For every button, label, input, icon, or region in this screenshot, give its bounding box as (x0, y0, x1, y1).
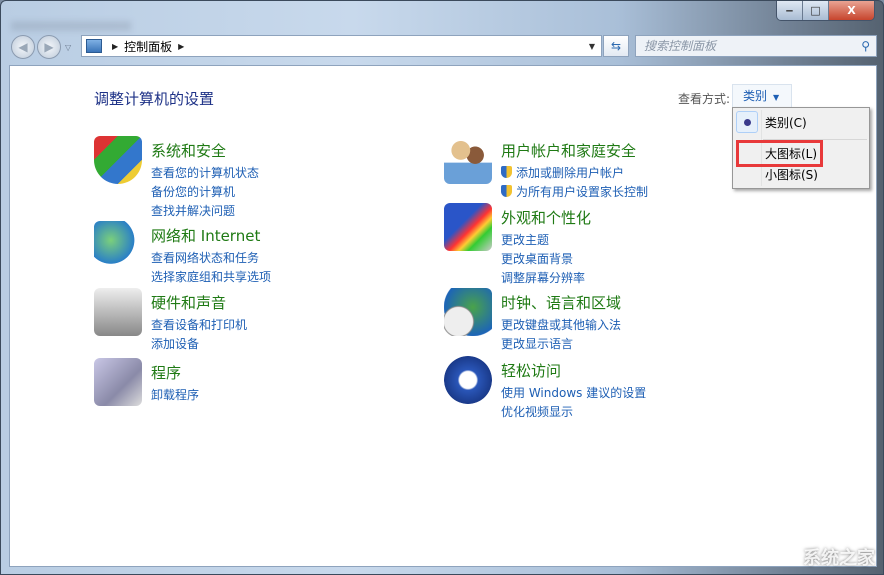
category-link[interactable]: 优化视频显示 (501, 403, 646, 422)
category-link[interactable]: 添加或删除用户帐户 (501, 164, 648, 183)
category-ease-of-access: 轻松访问 使用 Windows 建议的设置 优化视频显示 (444, 356, 646, 422)
menu-bar-blurred (11, 21, 131, 31)
radio-selected-icon (736, 111, 758, 133)
view-by-label: 查看方式: (678, 92, 731, 106)
category-link[interactable]: 查看网络状态和任务 (151, 249, 271, 268)
category-link[interactable]: 更改桌面背景 (501, 250, 591, 269)
category-link[interactable]: 调整屏幕分辨率 (501, 269, 591, 288)
category-programs: 程序 卸载程序 (94, 358, 199, 406)
chevron-down-icon: ▼ (773, 93, 780, 102)
category-title[interactable]: 硬件和声音 (151, 292, 247, 313)
address-dropdown-icon[interactable]: ▼ (589, 42, 595, 51)
users-icon (444, 136, 492, 184)
watermark-logo: 系统之家 (803, 548, 875, 569)
category-title[interactable]: 网络和 Internet (151, 225, 271, 246)
printer-icon (94, 288, 142, 336)
shield-icon (94, 136, 142, 184)
recent-pages-button[interactable]: ▽ (65, 43, 71, 52)
breadcrumb-arrow-icon[interactable]: ▶ (178, 42, 184, 51)
highlight-box (736, 140, 823, 167)
menu-item-small-icons[interactable]: 小图标(S) (765, 165, 818, 185)
close-button[interactable]: X (829, 1, 874, 20)
category-link[interactable]: 备份您的计算机 (151, 183, 259, 202)
category-link[interactable]: 更改键盘或其他输入法 (501, 316, 621, 335)
view-by-dropdown[interactable]: 类别 ▼ (732, 84, 792, 108)
programs-box-icon (94, 358, 142, 406)
category-title[interactable]: 时钟、语言和区域 (501, 292, 621, 313)
category-link[interactable]: 更改主题 (501, 231, 591, 250)
refresh-button[interactable]: ⇆ (603, 35, 629, 57)
search-placeholder: 搜索控制面板 (644, 39, 717, 53)
category-appearance: 外观和个性化 更改主题 更改桌面背景 调整屏幕分辨率 (444, 203, 591, 288)
window-controls: ‒ □ X (776, 1, 875, 21)
network-globe-icon (94, 221, 142, 269)
category-title[interactable]: 系统和安全 (151, 140, 259, 161)
category-link[interactable]: 使用 Windows 建议的设置 (501, 384, 646, 403)
breadcrumb-control-panel[interactable]: 控制面板 (124, 38, 172, 55)
search-icon[interactable]: ⚲ (861, 36, 870, 56)
category-link[interactable]: 卸载程序 (151, 386, 199, 405)
category-system-security: 系统和安全 查看您的计算机状态 备份您的计算机 查找并解决问题 (94, 136, 259, 221)
category-hardware-sound: 硬件和声音 查看设备和打印机 添加设备 (94, 288, 247, 354)
category-link[interactable]: 选择家庭组和共享选项 (151, 268, 271, 287)
minimize-button[interactable]: ‒ (777, 1, 803, 20)
category-link[interactable]: 添加设备 (151, 335, 247, 354)
category-title[interactable]: 用户帐户和家庭安全 (501, 140, 648, 161)
maximize-button[interactable]: □ (803, 1, 829, 20)
page-title: 调整计算机的设置 (94, 90, 215, 108)
category-link[interactable]: 更改显示语言 (501, 335, 621, 354)
category-title[interactable]: 程序 (151, 362, 199, 383)
window-frame: ‒ □ X ◀ ▶ ▽ ▶ 控制面板 ▶ ▼ ⇆ 搜索控制面板 ⚲ 调整计算机的… (0, 0, 884, 575)
control-panel-icon (86, 39, 102, 53)
address-bar[interactable]: ▶ 控制面板 ▶ ▼ (81, 35, 602, 57)
category-link[interactable]: 为所有用户设置家长控制 (501, 183, 648, 202)
category-network: 网络和 Internet 查看网络状态和任务 选择家庭组和共享选项 (94, 221, 271, 287)
appearance-monitor-icon (444, 203, 492, 251)
search-input[interactable]: 搜索控制面板 ⚲ (635, 35, 877, 57)
category-link[interactable]: 查看设备和打印机 (151, 316, 247, 335)
category-title[interactable]: 外观和个性化 (501, 207, 591, 228)
view-by-value: 类别 (743, 89, 768, 103)
category-link[interactable]: 查找并解决问题 (151, 202, 259, 221)
category-clock-region: 时钟、语言和区域 更改键盘或其他输入法 更改显示语言 (444, 288, 621, 354)
breadcrumb-arrow-icon[interactable]: ▶ (112, 42, 118, 51)
clock-globe-icon (444, 288, 492, 336)
forward-button[interactable]: ▶ (37, 35, 61, 59)
nav-buttons: ◀ ▶ ▽ (11, 35, 71, 59)
back-button[interactable]: ◀ (11, 35, 35, 59)
category-title[interactable]: 轻松访问 (501, 360, 646, 381)
category-user-accounts: 用户帐户和家庭安全 添加或删除用户帐户 为所有用户设置家长控制 (444, 136, 648, 202)
menu-item-category[interactable]: 类别(C) (765, 113, 807, 133)
category-link[interactable]: 查看您的计算机状态 (151, 164, 259, 183)
ease-of-access-icon (444, 356, 492, 404)
uac-shield-icon (501, 166, 512, 178)
uac-shield-icon (501, 185, 512, 197)
